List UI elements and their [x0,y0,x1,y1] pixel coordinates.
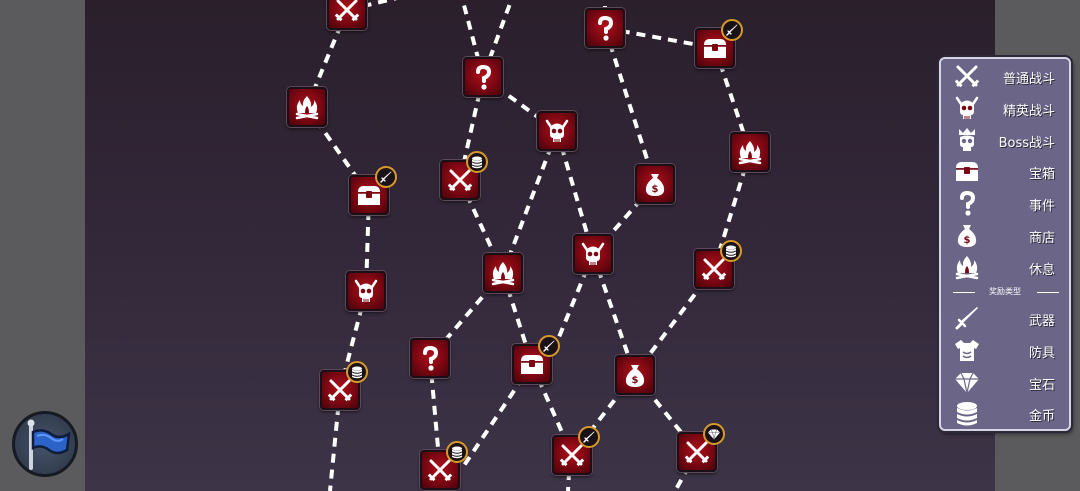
svg-text:$: $ [652,184,659,195]
map-node-combat[interactable] [440,151,488,200]
question-mark-icon [598,15,614,41]
legend-label: 宝箱 [1028,167,1055,182]
gem-icon [955,372,979,394]
coin-stack-icon [726,245,736,258]
legend-row-sword: 武器 [941,303,1069,333]
gem-icon [708,429,720,440]
legend-label: 事件 [1028,199,1055,214]
reward-badge-weapon [721,19,743,41]
coin-stack-icon [452,446,462,459]
map-path-segment [501,130,559,274]
question-mark-icon [960,190,976,216]
map-node-rest[interactable] [287,87,327,127]
reward-badge-coin [720,240,742,262]
legend-row-gem: 宝石 [941,367,1069,397]
legend-label: 防具 [1028,346,1055,361]
map-flag-button[interactable] [12,411,78,477]
coin-stack-icon [472,156,482,169]
money-bag-icon: $ [957,225,977,247]
reward-badge-coin [446,441,468,463]
question-mark-icon [423,345,439,371]
legend-label: 武器 [1028,314,1055,329]
legend-row-question-mark: 事件 [941,188,1069,218]
sword-icon [380,171,392,183]
legend-label: 宝石 [1028,378,1055,393]
coin-stack-icon [352,366,362,379]
map-node-combat[interactable] [420,441,468,490]
boss-skull-icon [959,128,975,151]
legend-row-crossed-swords: 普通战斗 [941,61,1069,91]
sword-icon [583,431,595,443]
map-node-shop[interactable]: $ [635,164,675,204]
legend-label: 商店 [1028,231,1055,246]
legend-row-armor: 防具 [941,335,1069,365]
coin-stack-icon [957,402,977,426]
map-node-treasure[interactable] [512,335,560,384]
reward-badge-coin [346,361,368,383]
reward-badge-weapon [538,335,560,357]
crossed-swords-icon [334,0,360,22]
map-node-event[interactable] [585,8,625,48]
map-board: $ $ [85,0,995,491]
legend-row-campfire: 休息 [941,252,1069,282]
map-node-treasure[interactable] [349,166,397,215]
legend-row-coin-stack: 金币 [941,398,1069,428]
elite-skull-icon [354,279,378,302]
legend-row-money-bag: $ 商店 [941,220,1069,250]
map-node-treasure[interactable] [695,19,743,68]
map-paths [305,0,752,491]
map-node-combat[interactable] [552,426,600,475]
map-node-elite[interactable] [537,111,577,151]
campfire-icon [955,256,979,280]
separator-line [1037,292,1059,293]
elite-skull-icon [545,119,569,142]
map-node-rest[interactable] [730,132,770,172]
map-node-shop[interactable]: $ [615,355,655,395]
blue-flag-icon [27,419,71,470]
map-path-segment [603,27,657,185]
map-node-combat[interactable] [694,240,742,289]
map-node-combat[interactable] [677,423,725,472]
treasure-chest-icon [956,162,978,181]
reward-badge-gem [703,423,725,445]
sword-icon [726,24,738,36]
map-node-event[interactable] [410,338,450,378]
campfire-icon [491,262,515,286]
legend-row-elite-skull: 精英战斗 [941,93,1069,123]
separator-line [953,292,975,293]
legend-row-treasure-chest: 宝箱 [941,156,1069,186]
elite-skull-icon [955,96,979,119]
reward-badge-weapon [375,166,397,188]
legend-label: 精英战斗 [1002,104,1055,119]
map-node-event[interactable] [463,57,503,97]
legend-label: 普通战斗 [1002,72,1055,87]
map-node-rest[interactable] [483,253,523,293]
crossed-swords-icon [954,65,980,88]
legend-label: 金币 [1028,409,1055,424]
reward-badge-weapon [578,426,600,448]
sword-icon [543,340,555,352]
legend-label: Boss战斗 [998,136,1055,151]
question-mark-icon [476,64,492,90]
money-bag-icon: $ [645,174,665,196]
separator-label: 奖励类型 [989,287,1021,296]
svg-text:$: $ [632,375,639,386]
reward-type-separator: 奖励类型 [949,286,1063,298]
map-node-combat[interactable] [320,361,368,410]
legend-row-boss-skull: Boss战斗 [941,125,1069,155]
money-bag-icon: $ [625,365,645,387]
campfire-icon [295,96,319,120]
svg-text:$: $ [964,235,971,246]
elite-skull-icon [581,242,605,265]
legend-label: 休息 [1028,263,1055,278]
map-node-elite[interactable] [346,271,386,311]
reward-badge-coin [466,151,488,173]
armor-icon [955,340,979,361]
legend-panel: 普通战斗精英战斗 Boss战斗宝箱事件 $ 商店休息 奖励类型武器防具宝石金币 [939,57,1071,431]
map-node-elite[interactable] [573,234,613,274]
campfire-icon [738,141,762,165]
map-node-combat[interactable] [327,0,367,30]
sword-icon [955,307,978,330]
